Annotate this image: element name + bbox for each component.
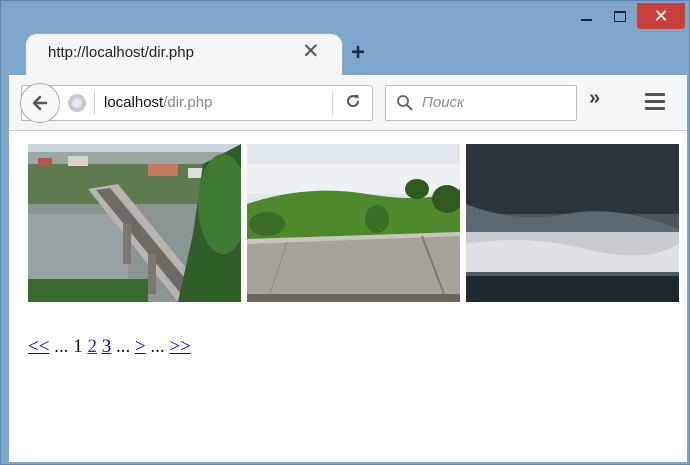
first-page-link[interactable]: <<	[28, 336, 49, 357]
url-text[interactable]: localhost/dir.php	[104, 94, 212, 111]
divider	[94, 91, 95, 115]
page-content: << ... 1 2 3 ... > ... >>	[9, 131, 687, 462]
next-page-link[interactable]: >	[135, 336, 146, 357]
photo-bridge[interactable]	[28, 144, 241, 302]
tab-close-icon[interactable]: ✕	[302, 39, 320, 64]
ellipsis: ...	[150, 336, 165, 357]
photo-hill[interactable]	[247, 144, 460, 302]
new-tab-button[interactable]: +	[351, 39, 365, 67]
pagination: << ... 1 2 3 ... > ... >>	[28, 336, 191, 358]
ellipsis: ...	[115, 336, 131, 357]
divider	[332, 91, 333, 115]
globe-icon	[68, 94, 86, 112]
url-path: /dir.php	[163, 94, 213, 111]
window-controls: ✕	[569, 3, 685, 31]
url-host: localhost	[104, 94, 164, 111]
image-gallery	[28, 144, 679, 302]
title-bar: ✕ http://localhost/dir.php ✕ +	[1, 1, 689, 75]
back-button[interactable]	[20, 83, 60, 123]
search-bar[interactable]: Поиск	[385, 85, 577, 121]
navigation-toolbar: localhost/dir.php Поиск »	[9, 75, 687, 131]
page-3-link[interactable]: 3	[102, 336, 112, 357]
search-placeholder: Поиск	[422, 94, 465, 111]
minimize-icon	[580, 19, 592, 21]
browser-tab[interactable]: http://localhost/dir.php ✕	[25, 33, 343, 75]
ellipsis: ...	[54, 336, 69, 357]
address-bar[interactable]: localhost/dir.php	[20, 83, 373, 123]
page-2-link[interactable]: 2	[87, 336, 97, 357]
current-page: 1	[73, 336, 83, 357]
reload-icon[interactable]	[344, 92, 362, 110]
last-page-link[interactable]: >>	[169, 336, 190, 357]
minimize-button[interactable]	[569, 3, 603, 29]
close-icon: ✕	[653, 5, 669, 26]
maximize-icon	[614, 10, 626, 22]
tab-title: http://localhost/dir.php	[48, 44, 194, 61]
back-arrow-icon	[32, 95, 48, 111]
search-icon	[397, 95, 413, 111]
hamburger-menu-icon[interactable]	[645, 93, 665, 114]
photo-storm-sky[interactable]	[466, 144, 679, 302]
maximize-button[interactable]	[603, 3, 637, 29]
browser-window: ✕ http://localhost/dir.php ✕ + localhost…	[0, 0, 690, 465]
close-window-button[interactable]: ✕	[637, 3, 685, 29]
overflow-menu-icon[interactable]: »	[589, 87, 600, 110]
